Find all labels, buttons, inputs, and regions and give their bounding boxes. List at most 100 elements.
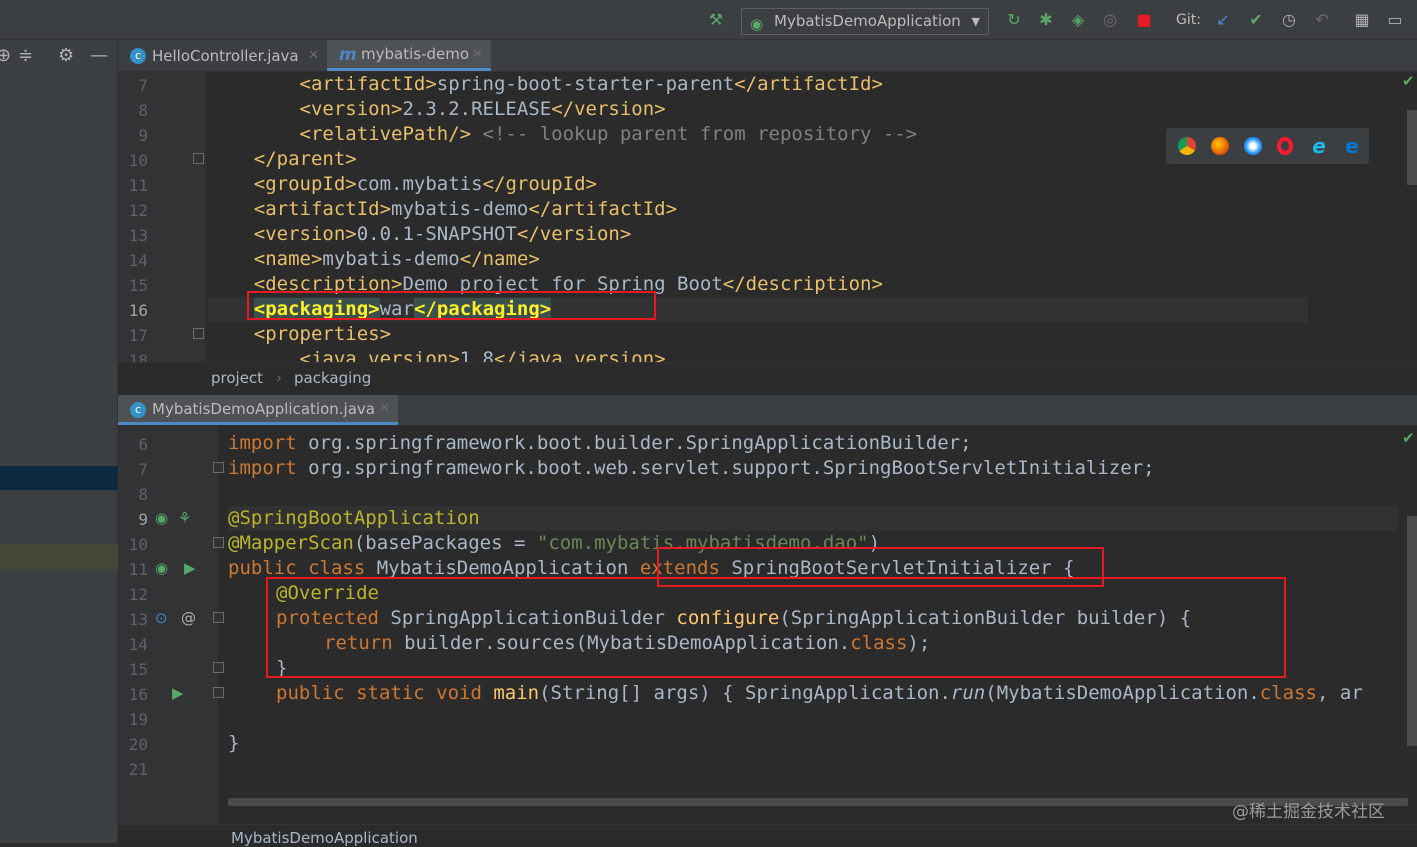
locate-icon[interactable]: ⊕	[0, 45, 11, 66]
code-line: }	[276, 656, 287, 681]
line-number: 11	[128, 176, 148, 195]
fold-marker-icon[interactable]	[213, 662, 224, 673]
fold-marker-icon[interactable]	[193, 328, 204, 339]
code-token: <properties>	[253, 323, 392, 345]
spring-config-icon[interactable]: ⚘	[178, 509, 191, 527]
ie-icon[interactable]: e	[1310, 136, 1328, 156]
git-commit-check-icon[interactable]: ✔	[1246, 10, 1266, 30]
spring-boot-app-icon: ◉	[750, 15, 764, 33]
code-token: <name>	[253, 248, 323, 270]
run-arrow-icon[interactable]: ▶	[184, 559, 196, 577]
rerun-icon[interactable]: ↻	[1004, 10, 1024, 30]
run-configuration-select[interactable]: ◉ MybatisDemoApplication ▼	[741, 8, 989, 35]
code-token: protected	[276, 607, 379, 629]
code-line: <artifactId>mybatis-demo</artifactId>	[208, 197, 677, 222]
close-icon[interactable]: ✕	[379, 395, 390, 423]
line-number: 20	[128, 735, 148, 754]
inspection-ok-icon: ✔	[1402, 72, 1415, 90]
firefox-icon[interactable]	[1211, 137, 1229, 155]
code-token: return	[324, 632, 393, 654]
code-token: <description>	[253, 273, 403, 295]
code-token: builder.sources(MybatisDemoApplication.	[392, 632, 851, 654]
breadcrumb-item-packaging[interactable]: packaging	[294, 369, 371, 387]
maven-icon: m	[339, 45, 357, 65]
bottom-editor-tabbar: c MybatisDemoApplication.java ✕	[118, 395, 1417, 426]
code-token: run	[950, 682, 986, 704]
code-token: "com.mybatis.mybatisdemo.dao"	[536, 532, 869, 554]
pom-editor[interactable]: 7 8 9 10 11 12 13 14 15 16 17 18 <artifactId>spring…	[118, 72, 1417, 362]
fold-marker-icon[interactable]	[193, 153, 204, 164]
code-line: <description>Demo project for Spring Boo…	[208, 272, 883, 297]
line-number: 16	[128, 685, 148, 704]
code-token: </artifactId>	[734, 73, 883, 95]
java-editor[interactable]: 6 7 8 9 10 11 12 13 14 15 16 19 20 21 import org.spri…	[118, 426, 1417, 824]
edge-icon[interactable]: e	[1343, 136, 1361, 156]
fold-marker-icon[interactable]	[213, 687, 224, 698]
code-line: }	[228, 731, 239, 756]
opera-icon[interactable]	[1277, 137, 1293, 155]
code-token: <!-- lookup parent from repository -->	[471, 123, 918, 145]
line-number: 15	[128, 660, 148, 679]
coverage-shield-icon[interactable]: ◈	[1068, 10, 1088, 30]
code-line: <java.version>1.8</java.version>	[208, 347, 666, 362]
project-tree-modified-row[interactable]	[0, 544, 118, 570]
override-method-icon[interactable]: ⊙	[155, 609, 168, 627]
gear-icon[interactable]: ⚙	[58, 45, 74, 66]
run-arrow-icon[interactable]: ▶	[172, 684, 184, 702]
collapse-all-icon[interactable]: ≑	[18, 45, 33, 66]
code-token: <packaging>	[253, 298, 380, 320]
stop-icon[interactable]: ■	[1134, 10, 1154, 30]
code-token: <java.version>	[299, 348, 460, 362]
vertical-scrollbar[interactable]	[1407, 110, 1417, 185]
line-number: 12	[128, 585, 148, 604]
code-token: org.springframework.boot.builder.SpringA…	[296, 432, 972, 454]
profiler-icon[interactable]: ◎	[1100, 10, 1120, 30]
chrome-icon[interactable]	[1178, 137, 1196, 155]
fold-marker-icon[interactable]	[213, 612, 224, 623]
debug-bug-icon[interactable]: ✱	[1036, 10, 1056, 30]
spring-bean-icon[interactable]: ◉	[155, 509, 168, 527]
code-token: main	[481, 682, 540, 704]
breadcrumb-item-project[interactable]: project	[211, 369, 263, 387]
hide-panel-icon[interactable]: —	[90, 45, 108, 66]
code-token: class	[850, 632, 908, 654]
tab-hello-controller[interactable]: c HelloController.java ✕	[118, 40, 327, 71]
code-token: @SpringBootApplication	[228, 507, 480, 529]
code-token: SpringBootServletInitializer {	[719, 557, 1075, 579]
code-line: <artifactId>spring-boot-starter-parent</…	[208, 72, 883, 97]
project-tree-selected-row[interactable]	[0, 466, 118, 490]
build-hammer-icon[interactable]: ⚒	[706, 10, 726, 30]
code-line: @Override	[276, 581, 379, 606]
git-label: Git:	[1176, 12, 1201, 28]
at-annotation-icon[interactable]: @	[181, 609, 196, 627]
fold-marker-icon[interactable]	[213, 462, 224, 473]
code-token: 0.0.1-SNAPSHOT	[356, 223, 517, 245]
horizontal-scrollbar[interactable]	[228, 798, 1408, 806]
vertical-scrollbar[interactable]	[1407, 516, 1417, 746]
terminal-window-icon[interactable]: ▭	[1385, 10, 1405, 30]
code-token: </name>	[459, 248, 540, 270]
rollback-icon[interactable]: ↶	[1312, 10, 1332, 30]
history-clock-icon[interactable]: ◷	[1279, 10, 1299, 30]
line-number: 21	[128, 760, 148, 779]
close-icon[interactable]: ✕	[472, 40, 483, 69]
tab-mybatis-demo-application[interactable]: c MybatisDemoApplication.java ✕	[118, 395, 398, 425]
git-update-arrow-icon[interactable]: ↙	[1213, 10, 1233, 30]
project-structure-icon[interactable]: ▦	[1352, 10, 1372, 30]
spring-boot-app-icon[interactable]: ◉	[155, 559, 168, 577]
project-panel-header: ⊕ ≑ ⚙ —	[0, 40, 118, 72]
fold-marker-icon[interactable]	[213, 537, 224, 548]
close-icon[interactable]: ✕	[308, 40, 319, 72]
code-token: <version>	[253, 223, 357, 245]
tab-mybatis-demo-pom[interactable]: m mybatis-demo ✕	[327, 40, 491, 71]
code-line: @MapperScan(basePackages = "com.mybatis.…	[228, 531, 880, 556]
tab-label: HelloController.java	[152, 47, 299, 65]
safari-icon[interactable]	[1244, 137, 1262, 155]
breadcrumb-item-class[interactable]: MybatisDemoApplication	[231, 829, 418, 847]
